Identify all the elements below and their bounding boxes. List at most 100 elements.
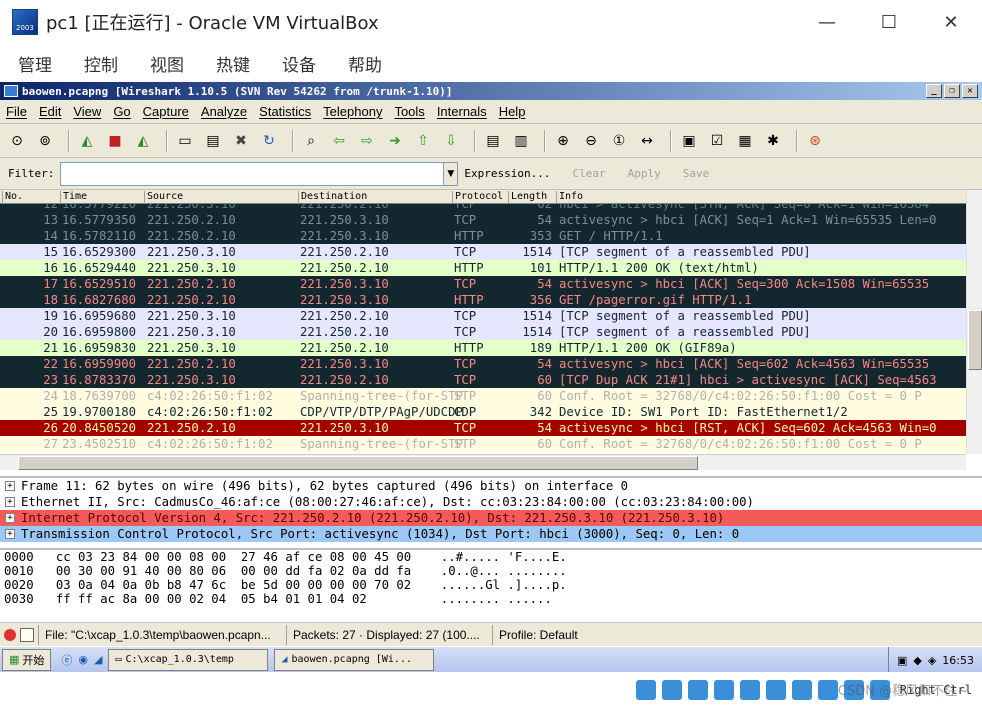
forward-icon[interactable]: ⇨ <box>356 130 378 152</box>
column-header-time[interactable]: Time <box>60 191 87 204</box>
taskbar-item-explorer[interactable]: ▭ C:\xcap_1.0.3\temp <box>108 648 269 671</box>
back-icon[interactable]: ⇦ <box>328 130 350 152</box>
table-row[interactable]: 22 16.6959900 221.250.2.10 221.250.3.10 TCP 5… <box>0 356 966 372</box>
taskbar-item-wireshark[interactable]: ◢ baowen.pcapng [Wi... <box>274 648 435 671</box>
audio-icon[interactable] <box>687 680 708 700</box>
coloring-rules-icon[interactable]: ▦ <box>734 130 756 152</box>
usb-icon[interactable] <box>739 680 760 700</box>
capture-comment-icon[interactable] <box>20 627 34 642</box>
restart-capture-icon[interactable]: ◭ <box>132 130 154 152</box>
menu-item[interactable]: Telephony <box>323 104 382 119</box>
reload-icon[interactable]: ↻ <box>258 130 280 152</box>
autoscroll-icon[interactable]: ▥ <box>510 130 532 152</box>
apply-button[interactable]: Apply <box>628 167 661 180</box>
expression-button[interactable]: Expression... <box>464 167 550 180</box>
table-row[interactable]: 12 16.5779220 221.250.3.10 221.250.2.10 TCP 6… <box>0 204 966 212</box>
expand-icon[interactable]: + <box>5 481 15 491</box>
detail-row[interactable]: + Frame 11: 62 bytes on wire (496 bits), … <box>0 478 982 494</box>
shared-folder-icon[interactable] <box>765 680 786 700</box>
maximize-icon[interactable]: ☐ <box>858 0 920 44</box>
hscroll-thumb[interactable] <box>18 456 698 470</box>
network-icon[interactable]: ▣ <box>897 654 907 667</box>
volume-icon[interactable]: ◈ <box>928 654 936 667</box>
preferences-icon[interactable]: ✱ <box>762 130 784 152</box>
menu-item[interactable]: File <box>6 104 27 119</box>
colorize-icon[interactable]: ▤ <box>482 130 504 152</box>
ie-icon[interactable]: ⓔ <box>61 652 72 668</box>
table-row[interactable]: 21 16.6959830 221.250.3.10 221.250.2.10 HTTP… <box>0 340 966 356</box>
menu-item[interactable]: Go <box>113 104 130 119</box>
vbox-menu-item[interactable]: 控制 <box>84 51 118 76</box>
help-icon[interactable]: ⊛ <box>804 130 826 152</box>
detail-row[interactable]: + Transmission Control Protocol, Src Port… <box>0 526 982 542</box>
menu-item[interactable]: Help <box>499 104 526 119</box>
last-packet-icon[interactable]: ⇩ <box>440 130 462 152</box>
expand-icon[interactable]: + <box>5 513 15 523</box>
table-row[interactable]: 15 16.6529300 221.250.3.10 221.250.2.10 TCP 1… <box>0 244 966 260</box>
table-row[interactable]: 20 16.6959800 221.250.3.10 221.250.2.10 TCP 1… <box>0 324 966 340</box>
filter-dropdown-icon[interactable]: ▼ <box>444 161 459 186</box>
expert-info-icon[interactable] <box>4 628 16 641</box>
menu-item[interactable]: Internals <box>437 104 487 119</box>
vbox-menu-item[interactable]: 视图 <box>150 51 184 76</box>
ws-minimize-icon[interactable]: _ <box>926 84 942 98</box>
expand-icon[interactable]: + <box>5 497 15 507</box>
table-row[interactable]: 13 16.5779350 221.250.2.10 221.250.3.10 TCP 5… <box>0 212 966 228</box>
table-row[interactable]: 27 23.4502510 c4:02:26:50:f1:02 Spanning-tr… <box>0 436 966 452</box>
normal-size-icon[interactable]: ① <box>608 130 630 152</box>
close-file-icon[interactable]: ✖ <box>230 130 252 152</box>
table-row[interactable]: 23 16.8783370 221.250.3.10 221.250.2.10 TCP 6… <box>0 372 966 388</box>
cdrom-icon[interactable] <box>635 680 656 700</box>
ws-close-icon[interactable]: ✕ <box>962 84 978 98</box>
vbox-menu-item[interactable]: 热键 <box>216 51 250 76</box>
table-row[interactable]: 14 16.5782110 221.250.2.10 221.250.3.10 HTTP… <box>0 228 966 244</box>
vbox-menu-item[interactable]: 帮助 <box>348 51 382 76</box>
table-row[interactable]: 25 19.9700180 c4:02:26:50:f1:02 CDP/VTP/DTP… <box>0 404 966 420</box>
recording-icon[interactable] <box>817 680 838 700</box>
table-row[interactable]: 19 16.6959680 221.250.3.10 221.250.2.10 TCP 1… <box>0 308 966 324</box>
interface-list-icon[interactable]: ⊙ <box>6 130 28 152</box>
clear-button[interactable]: Clear <box>572 167 605 180</box>
table-row[interactable]: 18 16.6827680 221.250.2.10 221.250.3.10 HTTP… <box>0 292 966 308</box>
expand-icon[interactable]: + <box>5 529 15 539</box>
column-header-protocol[interactable]: Protocol <box>452 191 503 204</box>
open-file-icon[interactable]: ▭ <box>174 130 196 152</box>
capture-options-icon[interactable]: ⊚ <box>34 130 56 152</box>
minimize-icon[interactable]: — <box>796 0 858 44</box>
resize-columns-icon[interactable]: ↔ <box>636 130 658 152</box>
zoom-in-icon[interactable]: ⊕ <box>552 130 574 152</box>
save-button[interactable]: Save <box>683 167 710 180</box>
menu-item[interactable]: Edit <box>39 104 61 119</box>
capture-filters-icon[interactable]: ▣ <box>678 130 700 152</box>
close-icon[interactable]: ✕ <box>920 0 982 44</box>
display-icon[interactable] <box>791 680 812 700</box>
menu-item[interactable]: Tools <box>394 104 424 119</box>
display-filters-icon[interactable]: ☑ <box>706 130 728 152</box>
menu-item[interactable]: Statistics <box>259 104 311 119</box>
security-icon[interactable]: ◆ <box>913 654 921 667</box>
save-file-icon[interactable]: ▤ <box>202 130 224 152</box>
table-row[interactable]: 16 16.6529440 221.250.3.10 221.250.2.10 HTTP… <box>0 260 966 276</box>
optical-drive-icon[interactable] <box>661 680 682 700</box>
vscroll-thumb[interactable] <box>968 310 982 370</box>
status-profile[interactable]: Profile: Default <box>492 624 982 645</box>
ie-alt-icon[interactable]: ◉ <box>78 653 88 666</box>
zoom-out-icon[interactable]: ⊖ <box>580 130 602 152</box>
menu-item[interactable]: Analyze <box>201 104 247 119</box>
first-packet-icon[interactable]: ⇧ <box>412 130 434 152</box>
column-header-info[interactable]: Info <box>556 191 583 204</box>
network-adapter-icon[interactable] <box>713 680 734 700</box>
start-button[interactable]: ▦ 开始 <box>2 648 52 671</box>
menu-item[interactable]: View <box>73 104 101 119</box>
filter-input[interactable] <box>60 161 445 186</box>
stop-capture-icon[interactable]: ■ <box>104 130 126 152</box>
table-row[interactable]: 17 16.6529510 221.250.2.10 221.250.3.10 TCP 5… <box>0 276 966 292</box>
table-row[interactable]: 26 20.8450520 221.250.2.10 221.250.3.10 TCP 5… <box>0 420 966 436</box>
start-capture-icon[interactable]: ◭ <box>76 130 98 152</box>
detail-row[interactable]: + Ethernet II, Src: CadmusCo_46:af:ce (08… <box>0 494 982 510</box>
goto-icon[interactable]: ➜ <box>384 130 406 152</box>
menu-item[interactable]: Capture <box>143 104 189 119</box>
packet-list-hscroll[interactable] <box>0 454 966 470</box>
find-icon[interactable]: ⌕ <box>300 130 322 152</box>
wireshark-quick-icon[interactable]: ◢ <box>94 653 102 666</box>
